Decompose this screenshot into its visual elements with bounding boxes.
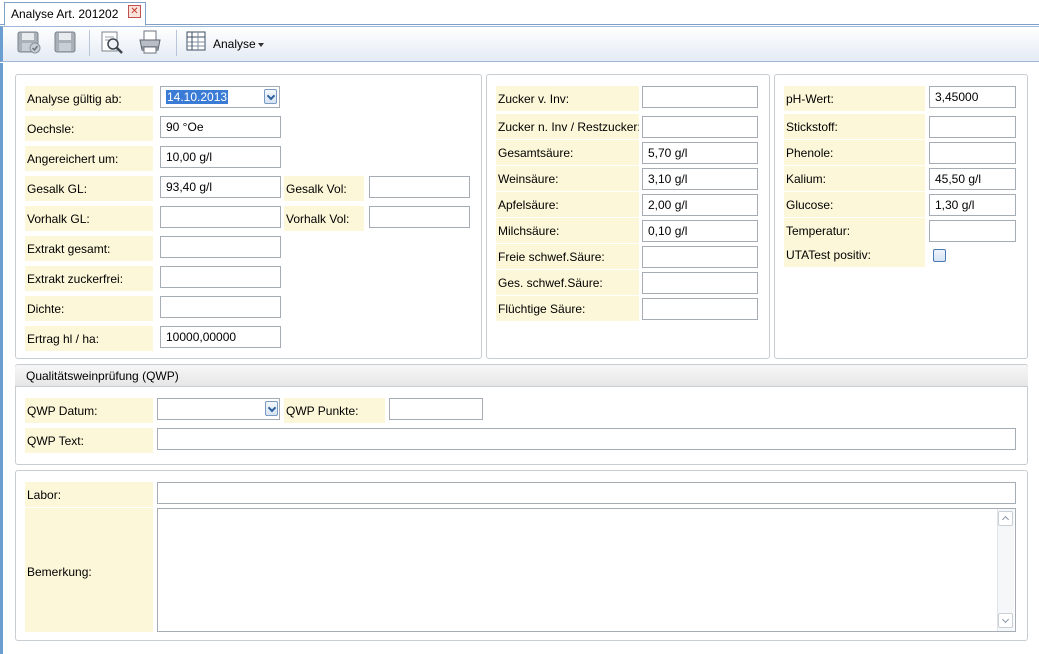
- print-preview-button[interactable]: [98, 29, 128, 57]
- qwp-header: Qualitätsweinprüfung (QWP): [15, 365, 1028, 387]
- glucose-field[interactable]: 1,30 g/l: [929, 194, 1016, 216]
- label-qwp-punkte: QWP Punkte:: [284, 398, 385, 423]
- floppy-icon: [54, 31, 76, 53]
- tab-title: Analyse Art. 201202: [11, 7, 119, 21]
- zucker-v-field[interactable]: [642, 86, 758, 108]
- vorhalk-vol-field[interactable]: [369, 206, 470, 228]
- label-apfelsaeure: Apfelsäure:: [496, 192, 639, 217]
- label-angereichert: Angereichert um:: [25, 146, 153, 171]
- gesalk-vol-field[interactable]: [369, 176, 470, 198]
- qwp-punkte-field[interactable]: [389, 398, 483, 420]
- labor-field[interactable]: [157, 482, 1016, 504]
- print-button[interactable]: [136, 29, 166, 57]
- label-gueltig: Analyse gültig ab:: [25, 86, 153, 111]
- label-qwp-datum: QWP Datum:: [25, 398, 153, 423]
- label-gesalk-gl: Gesalk GL:: [25, 176, 153, 201]
- label-ertrag: Ertrag hl / ha:: [25, 326, 153, 351]
- label-glucose: Glucose:: [784, 192, 925, 217]
- printer-icon: [139, 30, 161, 54]
- label-stickstoff: Stickstoff:: [784, 114, 925, 139]
- stickstoff-field[interactable]: [929, 116, 1016, 138]
- tab-analyse[interactable]: Analyse Art. 201202: [4, 2, 146, 26]
- save-close-button[interactable]: [16, 29, 46, 57]
- close-icon[interactable]: ✕: [128, 5, 141, 18]
- label-zucker-n: Zucker n. Inv / Restzucker:: [496, 114, 639, 139]
- label-uta: UTATest positiv:: [784, 242, 925, 267]
- qwp-text-field[interactable]: [157, 428, 1016, 450]
- label-zucker-v: Zucker v. Inv:: [496, 86, 639, 111]
- ph-field[interactable]: 3,45000: [929, 86, 1016, 108]
- bemerkung-textarea[interactable]: [157, 508, 1016, 632]
- gesamtsaeure-field[interactable]: 5,70 g/l: [642, 142, 758, 164]
- phenole-field[interactable]: [929, 142, 1016, 164]
- apfelsaeure-field[interactable]: 2,00 g/l: [642, 194, 758, 216]
- tab-strip: [0, 0, 1039, 25]
- grid-icon: [186, 31, 206, 51]
- extrakt-zuckerfrei-field[interactable]: [160, 266, 281, 288]
- vorhalk-gl-field[interactable]: [160, 206, 281, 228]
- label-extrakt-gesamt: Extrakt gesamt:: [25, 236, 153, 261]
- print-preview-icon: [101, 31, 123, 54]
- ges-schwef-field[interactable]: [642, 272, 758, 294]
- label-dichte: Dichte:: [25, 296, 153, 321]
- label-fluechtige: Flüchtige Säure:: [496, 296, 639, 321]
- label-temperatur: Temperatur:: [784, 218, 925, 243]
- label-weinsaeure: Weinsäure:: [496, 166, 639, 191]
- freie-schwef-field[interactable]: [642, 246, 758, 268]
- grid-view-button[interactable]: [184, 29, 214, 57]
- label-qwp-text: QWP Text:: [25, 428, 153, 453]
- kalium-field[interactable]: 45,50 g/l: [929, 168, 1016, 190]
- ertrag-field[interactable]: 10000,00000: [160, 326, 281, 348]
- label-ges-schwef: Ges. schwef.Säure:: [496, 270, 639, 295]
- label-kalium: Kalium:: [784, 166, 925, 191]
- chevron-up-icon[interactable]: [998, 511, 1013, 526]
- gesalk-gl-field[interactable]: 93,40 g/l: [160, 176, 281, 198]
- chevron-down-icon[interactable]: [265, 401, 278, 416]
- label-vorhalk-gl: Vorhalk GL:: [25, 206, 153, 231]
- label-gesalk-vol: Gesalk Vol:: [284, 176, 364, 201]
- weinsaeure-field[interactable]: 3,10 g/l: [642, 168, 758, 190]
- toolbar-separator: [89, 30, 90, 56]
- dichte-field[interactable]: [160, 296, 281, 318]
- label-vorhalk-vol: Vorhalk Vol:: [284, 206, 364, 231]
- chevron-down-icon[interactable]: [264, 89, 277, 104]
- qwp-datum-field[interactable]: [157, 398, 280, 420]
- toolbar-separator: [176, 30, 177, 56]
- label-gesamtsaeure: Gesamtsäure:: [496, 140, 639, 165]
- label-milchsaeure: Milchsäure:: [496, 218, 639, 243]
- save-close-icon: [17, 31, 41, 54]
- fluechtige-field[interactable]: [642, 298, 758, 320]
- date-gueltig-field[interactable]: 14.10.2013: [160, 86, 280, 108]
- angereichert-field[interactable]: 10,00 g/l: [160, 146, 281, 168]
- label-oechsle: Oechsle:: [25, 116, 153, 141]
- date-gueltig-value: 14.10.2013: [166, 90, 229, 104]
- milchsaeure-field[interactable]: 0,10 g/l: [642, 220, 758, 242]
- extrakt-gesamt-field[interactable]: [160, 236, 281, 258]
- label-labor: Labor:: [25, 482, 153, 507]
- label-freie-schwef: Freie schwef.Säure:: [496, 244, 639, 269]
- zucker-n-field[interactable]: [642, 116, 758, 138]
- uta-checkbox[interactable]: [933, 249, 946, 262]
- label-bemerkung: Bemerkung:: [25, 508, 153, 632]
- analyse-menu-button[interactable]: Analyse: [213, 37, 256, 51]
- save-button[interactable]: [52, 29, 82, 57]
- label-ph: pH-Wert:: [784, 86, 925, 111]
- oechsle-field[interactable]: 90 °Oe: [160, 116, 281, 138]
- chevron-down-icon: [258, 43, 264, 47]
- chevron-down-icon[interactable]: [998, 613, 1013, 628]
- label-phenole: Phenole:: [784, 140, 925, 165]
- label-extrakt-zuckerfrei: Extrakt zuckerfrei:: [25, 266, 153, 291]
- temperatur-field[interactable]: [929, 220, 1016, 242]
